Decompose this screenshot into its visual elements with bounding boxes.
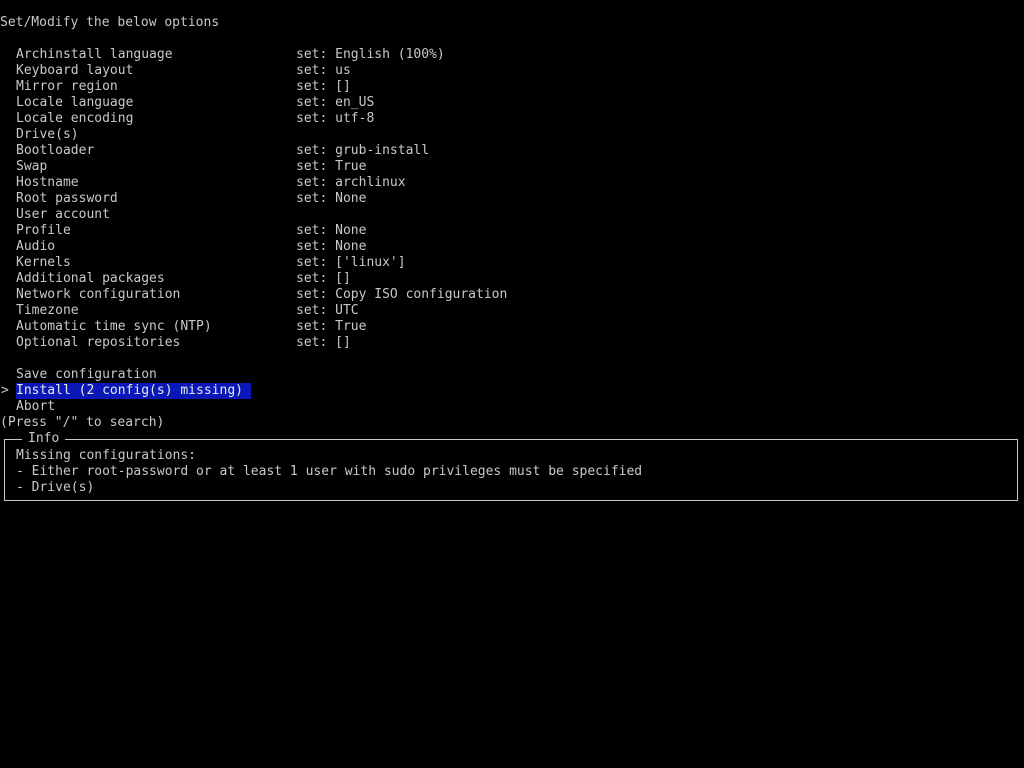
option-kernels[interactable]: Kernels set: ['linux'] xyxy=(0,255,700,271)
abort-label: Abort xyxy=(16,399,56,414)
option-value: set: utf-8 xyxy=(296,111,375,126)
option-value: set: True xyxy=(296,159,367,174)
install-item[interactable]: > Install (2 config(s) missing) xyxy=(0,383,300,399)
option-label: Hostname xyxy=(16,175,79,190)
option-label: Automatic time sync (NTP) xyxy=(16,319,212,334)
option-label: Keyboard layout xyxy=(16,63,134,78)
option-label: Additional packages xyxy=(16,271,165,286)
option-value: set: True xyxy=(296,319,367,334)
option-label: Optional repositories xyxy=(16,335,181,350)
option-user-account[interactable]: User account xyxy=(0,207,700,223)
save-configuration-item[interactable]: Save configuration xyxy=(0,367,300,383)
option-value: set: [] xyxy=(296,335,351,350)
option-label: Archinstall language xyxy=(16,47,173,62)
option-hostname[interactable]: Hostname set: archlinux xyxy=(0,175,700,191)
search-hint: (Press "/" to search) xyxy=(0,415,165,430)
option-ntp[interactable]: Automatic time sync (NTP) set: True xyxy=(0,319,700,335)
option-label: Kernels xyxy=(16,255,71,270)
option-value: set: [] xyxy=(296,271,351,286)
option-drives[interactable]: Drive(s) xyxy=(0,127,700,143)
option-label: Mirror region xyxy=(16,79,118,94)
option-value: set: us xyxy=(296,63,351,78)
option-label: Bootloader xyxy=(16,143,95,158)
option-value: set: en_US xyxy=(296,95,375,110)
option-audio[interactable]: Audio set: None xyxy=(0,239,700,255)
menu-header: Set/Modify the below options xyxy=(0,15,220,30)
option-optional-repositories[interactable]: Optional repositories set: [] xyxy=(0,335,700,351)
option-label: Network configuration xyxy=(16,287,181,302)
option-value: set: ['linux'] xyxy=(296,255,406,270)
option-swap[interactable]: Swap set: True xyxy=(0,159,700,175)
option-label: Root password xyxy=(16,191,118,206)
option-locale-language[interactable]: Locale language set: en_US xyxy=(0,95,700,111)
option-locale-encoding[interactable]: Locale encoding set: utf-8 xyxy=(0,111,700,127)
option-additional-packages[interactable]: Additional packages set: [] xyxy=(0,271,700,287)
option-timezone[interactable]: Timezone set: UTC xyxy=(0,303,700,319)
option-value: set: None xyxy=(296,223,367,238)
option-bootloader[interactable]: Bootloader set: grub-install xyxy=(0,143,700,159)
option-label: Audio xyxy=(16,239,56,254)
option-value: set: archlinux xyxy=(296,175,406,190)
option-label: Drive(s) xyxy=(16,127,79,142)
info-panel: Info Missing configurations: - Either ro… xyxy=(4,431,1018,501)
option-label: Locale encoding xyxy=(16,111,134,126)
option-value: set: [] xyxy=(296,79,351,94)
option-value: set: None xyxy=(296,239,367,254)
info-heading: Missing configurations: xyxy=(16,448,197,463)
option-value: set: None xyxy=(296,191,367,206)
save-configuration-label: Save configuration xyxy=(16,367,157,382)
option-label: Profile xyxy=(16,223,71,238)
option-mirror-region[interactable]: Mirror region set: [] xyxy=(0,79,700,95)
option-label: Swap xyxy=(16,159,48,174)
option-root-password[interactable]: Root password set: None xyxy=(0,191,700,207)
option-keyboard-layout[interactable]: Keyboard layout set: us xyxy=(0,63,700,79)
info-item: - Drive(s) xyxy=(16,480,95,495)
info-item: - Either root-password or at least 1 use… xyxy=(16,464,643,479)
option-label: Timezone xyxy=(16,303,79,318)
option-value: set: English (100%) xyxy=(296,47,445,62)
option-value: set: grub-install xyxy=(296,143,430,158)
abort-item[interactable]: Abort xyxy=(0,399,300,415)
option-value: set: UTC xyxy=(296,303,359,318)
option-profile[interactable]: Profile set: None xyxy=(0,223,700,239)
option-label: Locale language xyxy=(16,95,134,110)
info-title: Info xyxy=(22,431,66,447)
option-label: User account xyxy=(16,207,110,222)
option-value: set: Copy ISO configuration xyxy=(296,287,508,302)
cursor-indicator: > xyxy=(1,383,9,398)
option-archinstall-language[interactable]: Archinstall language set: English (100%) xyxy=(0,47,700,63)
install-label: Install (2 config(s) missing) xyxy=(16,383,251,399)
option-network-configuration[interactable]: Network configuration set: Copy ISO conf… xyxy=(0,287,700,303)
